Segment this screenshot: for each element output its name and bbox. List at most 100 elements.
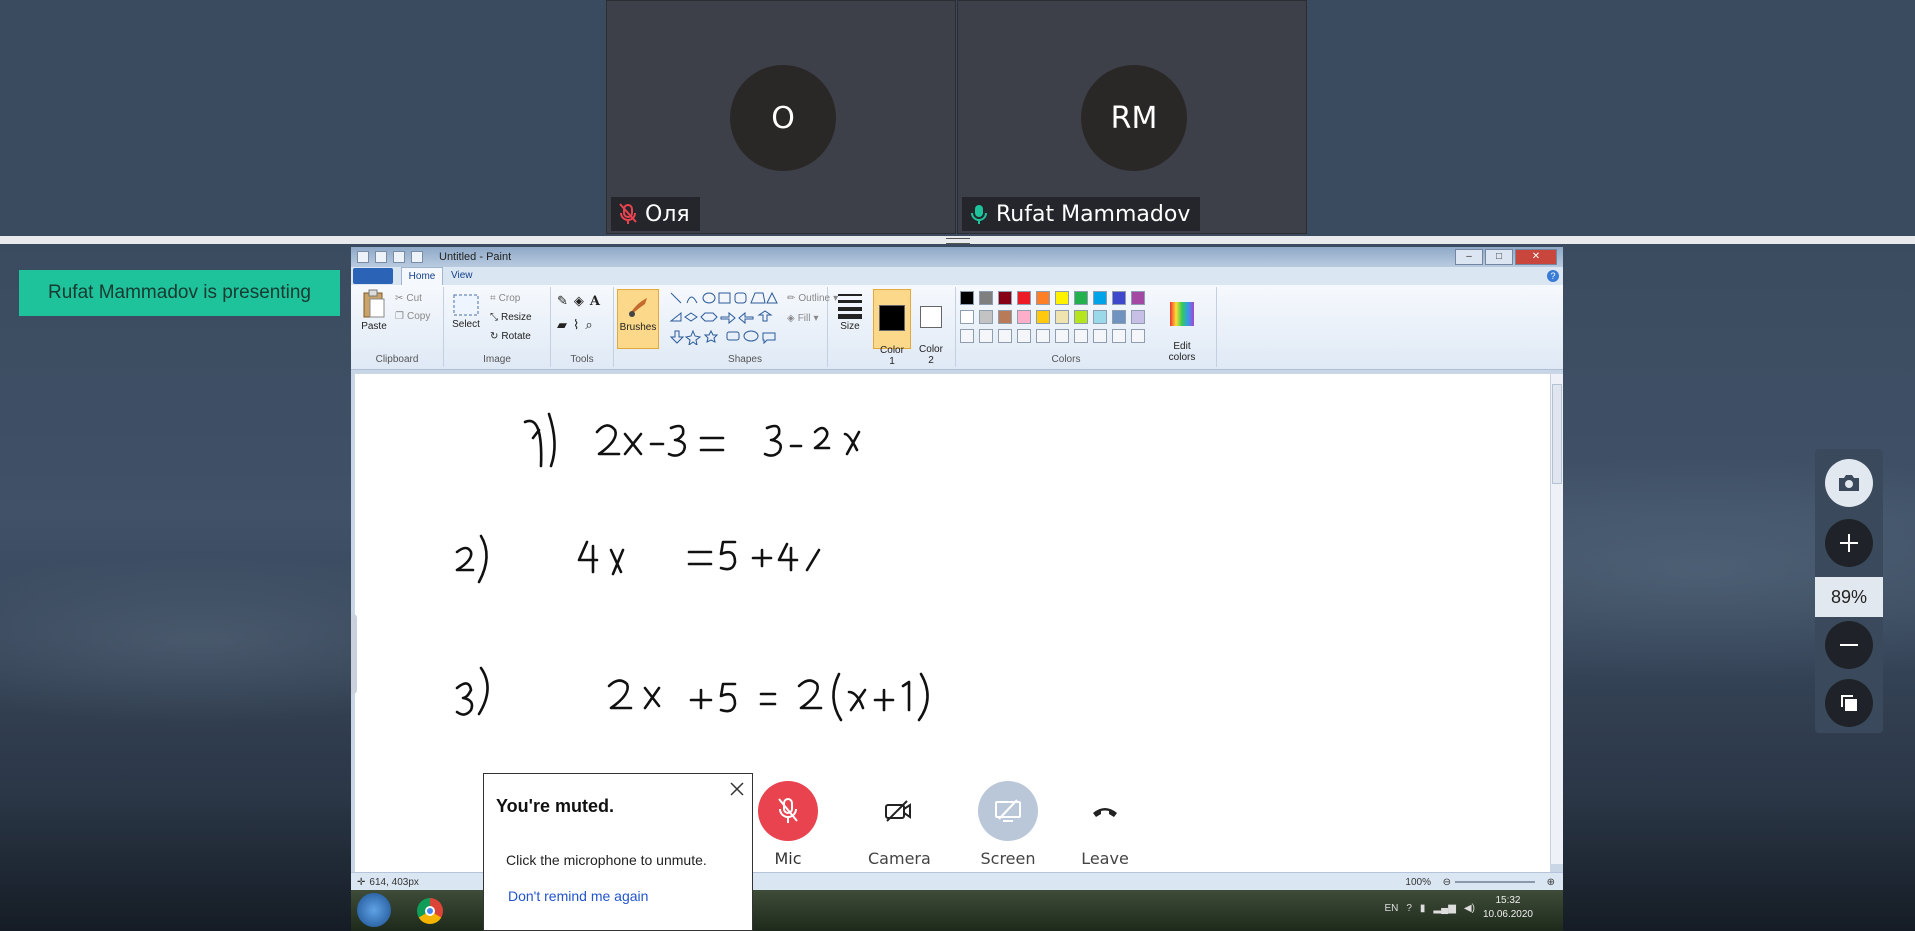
close-icon[interactable]	[728, 780, 746, 798]
screenshot-button[interactable]	[1825, 459, 1873, 507]
save-icon[interactable]	[375, 251, 387, 263]
colors-group: Edit colors Colors	[955, 287, 1217, 367]
custom-color-swatch[interactable]	[998, 329, 1012, 343]
file-menu-button[interactable]	[353, 268, 393, 284]
minimize-button[interactable]: –	[1455, 249, 1483, 265]
resize-grip-icon[interactable]	[946, 238, 970, 244]
signal-icon[interactable]: ▂▄▆	[1433, 903, 1455, 914]
color-swatch[interactable]	[1093, 291, 1107, 305]
help-tray-icon[interactable]: ?	[1406, 903, 1412, 914]
leave-button[interactable]	[1075, 781, 1135, 841]
color1-button[interactable]: Color 1	[873, 289, 911, 367]
dont-remind-link[interactable]: Don't remind me again	[508, 888, 648, 904]
cut-button[interactable]: ✂ Cut	[395, 293, 422, 304]
edit-colors-button[interactable]: Edit colors	[1162, 291, 1202, 363]
zoom-in-icon[interactable]: ⊕	[1547, 877, 1555, 888]
participant-name-tag: Rufat Mammadov	[962, 197, 1201, 231]
network-icon[interactable]: ▮	[1420, 903, 1426, 914]
leave-control[interactable]: Leave	[1075, 781, 1135, 868]
color-swatch[interactable]	[1131, 310, 1145, 324]
scroll-thumb[interactable]	[1552, 384, 1562, 484]
phone-hangup-icon	[1093, 808, 1117, 817]
clock[interactable]: 15:32 10.06.2020	[1483, 894, 1533, 922]
tab-home[interactable]: Home	[401, 267, 443, 286]
color-swatch[interactable]	[998, 310, 1012, 324]
screen-share-button[interactable]	[978, 781, 1038, 841]
paste-button[interactable]: Paste	[357, 289, 391, 332]
color-swatch[interactable]	[1112, 310, 1126, 324]
custom-color-swatch[interactable]	[960, 329, 974, 343]
brushes-button[interactable]: Brushes	[617, 289, 659, 349]
color-swatch[interactable]	[1112, 291, 1126, 305]
pencil-icon[interactable]: ✎	[557, 293, 568, 309]
custom-color-swatch[interactable]	[1017, 329, 1031, 343]
color-swatch[interactable]	[1036, 291, 1050, 305]
mic-button[interactable]	[758, 781, 818, 841]
maximize-button[interactable]: □	[1485, 249, 1513, 265]
mic-control[interactable]: Mic	[758, 781, 818, 868]
vertical-scrollbar[interactable]	[1550, 374, 1563, 864]
color-swatch[interactable]	[1017, 291, 1031, 305]
color-picker-icon[interactable]: ⌇	[573, 317, 579, 333]
zoom-in-button[interactable]	[1825, 519, 1873, 567]
custom-color-swatch[interactable]	[979, 329, 993, 343]
color-swatch[interactable]	[960, 310, 974, 324]
fill-dropdown[interactable]: ◈ Fill ▾	[787, 313, 819, 324]
participant-tile-1[interactable]: О Оля	[606, 0, 956, 234]
size-button[interactable]: Size	[833, 291, 867, 332]
color-swatch[interactable]	[998, 291, 1012, 305]
sidebar-toggle-handle[interactable]	[351, 614, 357, 694]
camera-control[interactable]: Camera	[868, 781, 931, 868]
resize-button[interactable]: ⤡ Resize	[490, 312, 532, 323]
color-swatch[interactable]	[1131, 291, 1145, 305]
custom-color-swatch[interactable]	[1055, 329, 1069, 343]
color-swatch[interactable]	[1093, 310, 1107, 324]
color-swatch[interactable]	[1036, 310, 1050, 324]
help-icon[interactable]: ?	[1547, 270, 1559, 282]
volume-icon[interactable]: ◀)	[1464, 903, 1475, 914]
participant-tile-2[interactable]: RM Rufat Mammadov	[957, 0, 1307, 234]
camera-button[interactable]	[868, 781, 928, 841]
custom-color-swatch[interactable]	[1112, 329, 1126, 343]
zoom-out-icon[interactable]: ⊖	[1443, 877, 1451, 888]
redo-icon[interactable]	[411, 251, 423, 263]
custom-color-swatch[interactable]	[1074, 329, 1088, 343]
color-swatch[interactable]	[1074, 291, 1088, 305]
close-button[interactable]: ✕	[1515, 249, 1557, 265]
zoom-slider[interactable]	[1455, 881, 1535, 883]
fill-icon[interactable]: ◈	[574, 293, 584, 309]
language-indicator[interactable]: EN	[1384, 903, 1398, 914]
color-swatch[interactable]	[1055, 291, 1069, 305]
text-icon[interactable]: A	[590, 294, 600, 309]
rotate-button[interactable]: ↻ Rotate	[490, 331, 531, 342]
color-swatch[interactable]	[979, 310, 993, 324]
popup-text: Click the microphone to unmute.	[506, 852, 707, 868]
crop-button[interactable]: ⌗ Crop	[490, 293, 520, 304]
magnifier-icon[interactable]: ⌕	[585, 317, 592, 333]
zoom-out-button[interactable]	[1825, 621, 1873, 669]
select-button[interactable]: Select	[448, 293, 484, 330]
group-label: Image	[483, 354, 511, 365]
start-button[interactable]	[357, 893, 391, 927]
color-swatch[interactable]	[1017, 310, 1031, 324]
color-swatch[interactable]	[1055, 310, 1069, 324]
eraser-icon[interactable]: ▰	[557, 317, 567, 333]
shapes-gallery[interactable]	[669, 291, 779, 345]
copy-button[interactable]: ❐ Copy	[395, 311, 430, 322]
tab-view[interactable]: View	[451, 270, 473, 281]
custom-color-swatch[interactable]	[1093, 329, 1107, 343]
custom-color-swatch[interactable]	[1131, 329, 1145, 343]
fit-screen-button[interactable]	[1825, 679, 1873, 727]
custom-color-swatch[interactable]	[1036, 329, 1050, 343]
color-swatch[interactable]	[960, 291, 974, 305]
paint-app-icon[interactable]	[357, 251, 369, 263]
chrome-icon[interactable]	[417, 898, 443, 924]
screen-control[interactable]: Screen	[978, 781, 1038, 868]
cursor-position: 614, 403px	[369, 876, 419, 888]
system-tray: EN ? ▮ ▂▄▆ ◀) 15:32 10.06.2020	[1384, 894, 1533, 922]
outline-dropdown[interactable]: ✏ Outline ▾	[787, 293, 838, 304]
color-swatch[interactable]	[979, 291, 993, 305]
color-swatch[interactable]	[1074, 310, 1088, 324]
camera-label: Camera	[868, 849, 931, 868]
undo-icon[interactable]	[393, 251, 405, 263]
